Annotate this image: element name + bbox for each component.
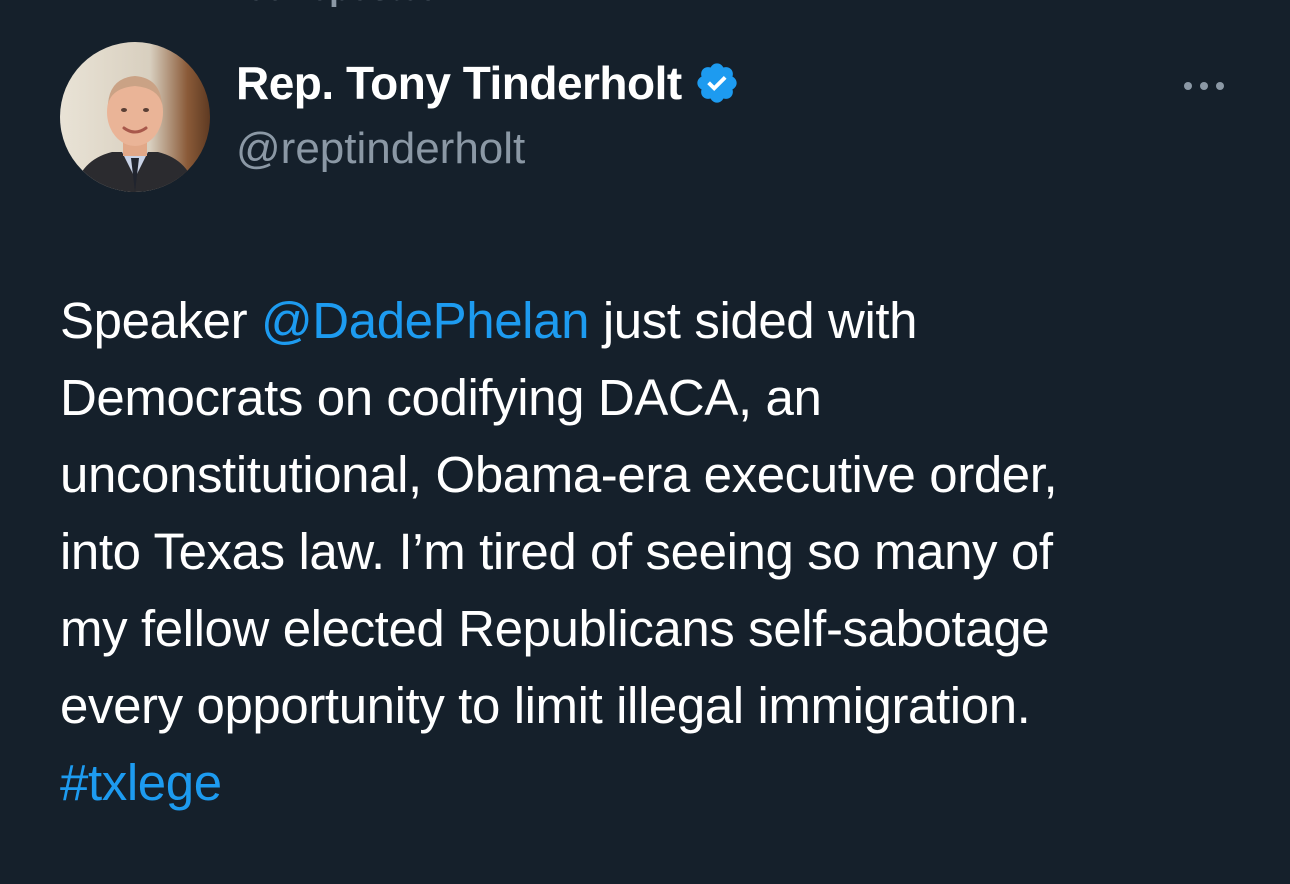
- tweet-line-6: every opportunity to limit illegal immig…: [60, 677, 1031, 734]
- tweet-line-2: Democrats on codifying DACA, an: [60, 369, 822, 426]
- mention-link[interactable]: @DadePhelan: [261, 292, 590, 349]
- tweet-line-3: unconstitutional, Obama-era executive or…: [60, 446, 1058, 503]
- tweet-text-segment: just sided with: [589, 292, 918, 349]
- tweet-line-4: into Texas law. I’m tired of seeing so m…: [60, 523, 1053, 580]
- repost-label: You reposted: [226, 0, 441, 9]
- tweet-line-7: #txlege: [60, 744, 1260, 821]
- tweet-text-segment: Speaker: [60, 292, 261, 349]
- author-display-name[interactable]: Rep. Tony Tinderholt: [236, 56, 682, 110]
- tweet-card[interactable]: You reposted Rep. Tony Tin: [0, 0, 1290, 884]
- author-name-row[interactable]: Rep. Tony Tinderholt: [236, 56, 740, 110]
- tweet-line-1: Speaker @DadePhelan just sided with: [60, 282, 1260, 359]
- more-options-icon[interactable]: [1180, 76, 1228, 96]
- repost-header: You reposted: [170, 0, 441, 8]
- author-avatar[interactable]: [60, 42, 210, 192]
- repost-icon: [170, 0, 214, 11]
- verified-badge-icon[interactable]: [694, 60, 740, 106]
- author-handle[interactable]: @reptinderholt: [236, 124, 525, 174]
- tweet-line-5: my fellow elected Republicans self-sabot…: [60, 600, 1050, 657]
- tweet-body: Speaker @DadePhelan just sided with Demo…: [60, 282, 1260, 821]
- hashtag-link[interactable]: #txlege: [60, 754, 222, 811]
